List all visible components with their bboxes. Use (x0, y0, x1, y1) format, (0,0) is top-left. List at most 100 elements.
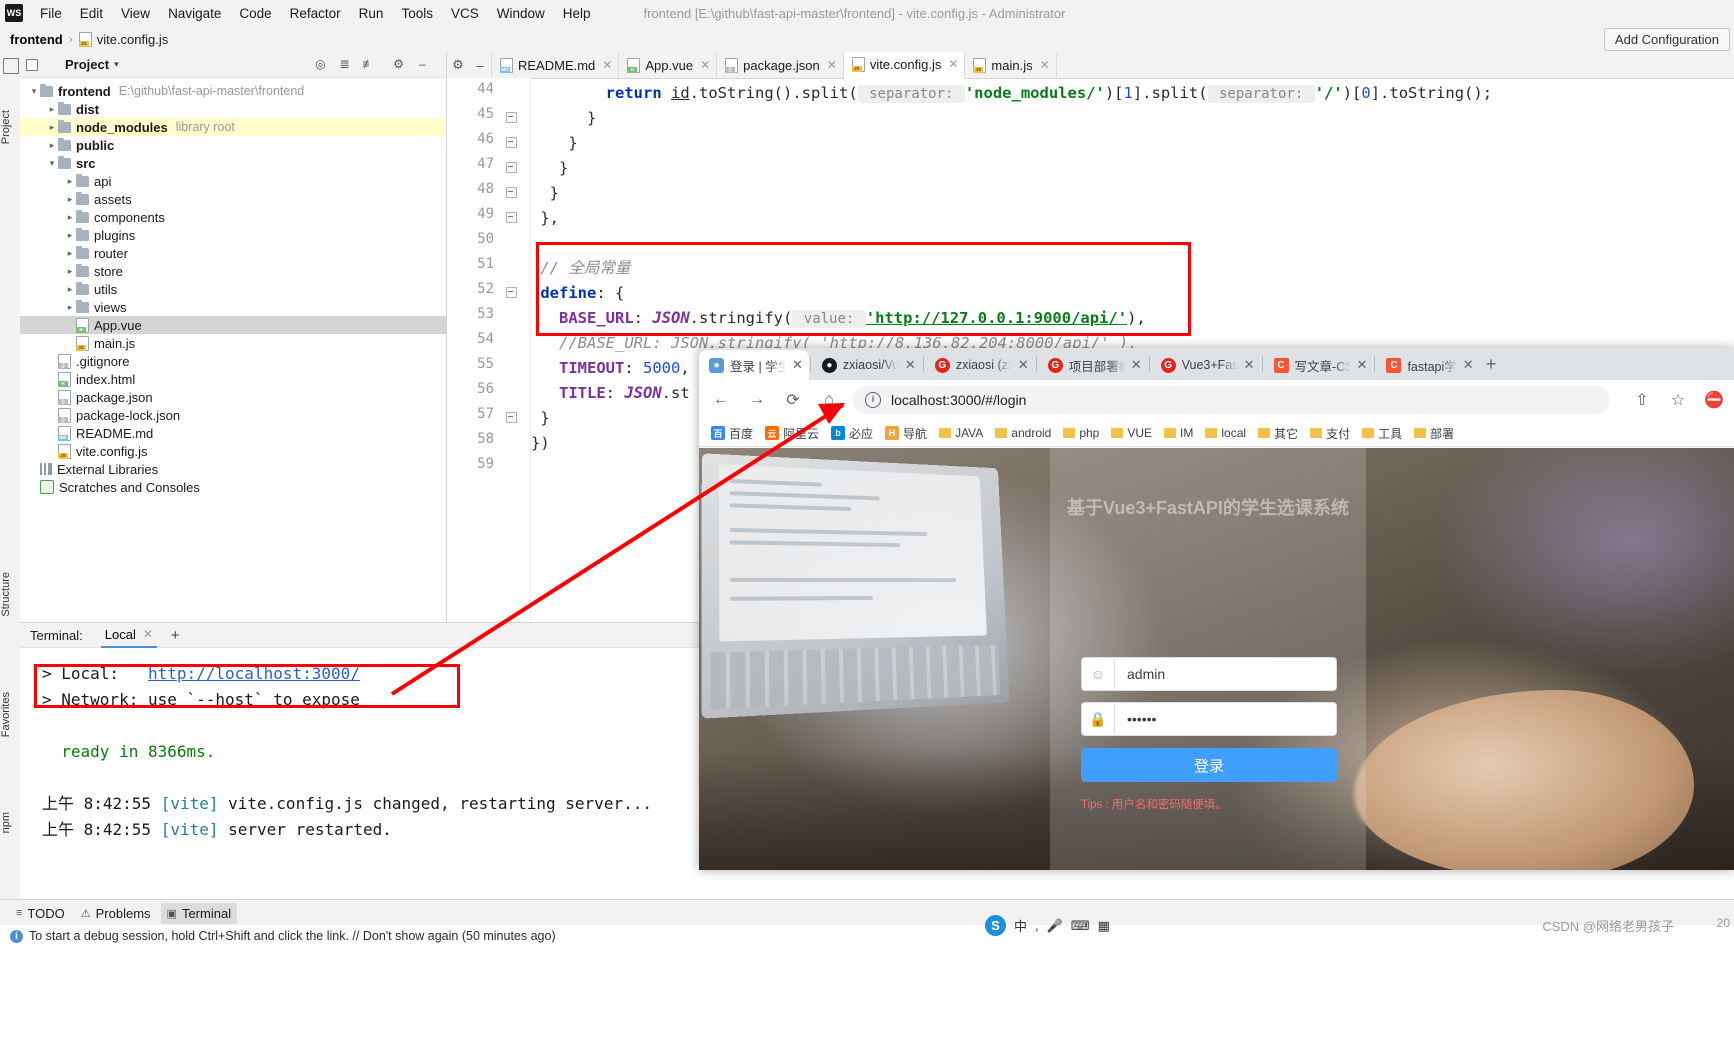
tree-item-vite-config-js[interactable]: JS vite.config.js (20, 442, 446, 460)
fold-marker-icon[interactable] (506, 162, 517, 173)
chevron-right-icon[interactable] (64, 212, 76, 223)
editor-tab-readme-md[interactable]: MD README.md ✕ (492, 52, 620, 78)
share-icon[interactable]: ⇧ (1628, 386, 1656, 414)
chevron-down-icon[interactable] (28, 86, 40, 97)
locate-icon[interactable]: ◎ (313, 57, 328, 72)
close-icon[interactable]: ✕ (1131, 357, 1142, 373)
add-terminal-icon[interactable]: + (171, 627, 180, 644)
editor-tab-vite-config-js[interactable]: JS vite.config.js ✕ (843, 51, 966, 79)
menu-help[interactable]: Help (554, 3, 600, 24)
fold-marker-icon[interactable] (506, 212, 517, 223)
bookmark-star-icon[interactable]: ☆ (1664, 386, 1692, 414)
tree-item-app-vue[interactable]: H App.vue (20, 316, 446, 334)
gear-icon[interactable]: ⚙ (391, 57, 406, 72)
project-tool-icon[interactable] (3, 58, 19, 74)
extension-icon[interactable]: ⛔ (1700, 386, 1728, 414)
browser-tab-3[interactable]: Gzxiaosi (zx ✕ (925, 350, 1035, 380)
tree-item-public[interactable]: public (20, 136, 446, 154)
terminal-link[interactable]: http://localhost:3000/ (148, 664, 360, 683)
tree-item-src[interactable]: src (20, 154, 446, 172)
close-icon[interactable]: ✕ (792, 357, 803, 373)
menu-tools[interactable]: Tools (392, 3, 442, 24)
address-bar[interactable]: i localhost:3000/#/login (853, 386, 1610, 414)
forward-button[interactable]: → (743, 386, 771, 414)
statusbar-todo[interactable]: ≡ TODO (16, 906, 65, 921)
tool-window-structure[interactable]: Structure (0, 572, 20, 617)
menu-view[interactable]: View (112, 3, 159, 24)
bookmark-5[interactable]: JAVA (939, 426, 983, 440)
tree-item-package-lock-json[interactable]: {} package-lock.json (20, 406, 446, 424)
login-submit-button[interactable]: 登录 (1081, 748, 1337, 782)
menu-vcs[interactable]: VCS (442, 3, 488, 24)
tool-window-npm[interactable]: npm (0, 812, 20, 833)
menu-edit[interactable]: Edit (71, 3, 112, 24)
close-icon[interactable]: ✕ (1040, 58, 1050, 72)
chevron-right-icon[interactable] (64, 230, 76, 241)
close-icon[interactable]: ✕ (1463, 357, 1474, 373)
back-button[interactable]: ← (707, 386, 735, 414)
tree-item-node-modules[interactable]: node_modules library root (20, 118, 446, 136)
editor-tab-package-json[interactable]: {} package.json ✕ (717, 52, 844, 78)
close-icon[interactable]: ✕ (1244, 357, 1255, 373)
editor-tab-app-vue[interactable]: H App.vue ✕ (619, 52, 718, 78)
password-field[interactable]: 🔒 •••••• (1081, 702, 1337, 736)
ime-punct-label[interactable]: , (1035, 918, 1039, 933)
chevron-down-icon[interactable] (46, 158, 58, 169)
tree-item-views[interactable]: views (20, 298, 446, 316)
bookmarks-bar[interactable]: 百百度云阿里云 b 必应 H 导航 JAVA android php VUE IM local 其它 支… (699, 420, 1734, 447)
bookmark-14[interactable]: 部署 (1414, 425, 1454, 442)
editor-minimize-icon[interactable]: – (469, 52, 491, 78)
ime-toolbar[interactable]: S 中 , 🎤 ⌨ ▦ (985, 914, 1125, 937)
tree-item-plugins[interactable]: plugins (20, 226, 446, 244)
tree-item-api[interactable]: api (20, 172, 446, 190)
tree-item-router[interactable]: router (20, 244, 446, 262)
menu-run[interactable]: Run (350, 3, 393, 24)
bookmark-10[interactable]: local (1205, 426, 1246, 440)
chevron-right-icon[interactable] (64, 266, 76, 277)
tree-item-utils[interactable]: utils (20, 280, 446, 298)
tree-item-readme-md[interactable]: MD README.md (20, 424, 446, 442)
tree-item--gitignore[interactable]: {} .gitignore (20, 352, 446, 370)
close-icon[interactable]: ✕ (700, 58, 710, 72)
bookmark-4[interactable]: H 导航 (885, 425, 927, 442)
tree-item-dist[interactable]: dist (20, 100, 446, 118)
keyboard-icon[interactable]: ⌨ (1071, 918, 1090, 934)
bookmark-1[interactable]: 百百度 (711, 425, 753, 442)
chevron-right-icon[interactable] (64, 194, 76, 205)
chevron-right-icon[interactable] (64, 248, 76, 259)
menu-refactor[interactable]: Refactor (281, 3, 350, 24)
browser-tab-6[interactable]: C 写文章-CS ✕ (1264, 350, 1374, 380)
expand-all-icon[interactable]: ≣ (337, 57, 352, 72)
fold-marker-icon[interactable] (506, 137, 517, 148)
tree-item-main-js[interactable]: JS main.js (20, 334, 446, 352)
collapse-all-icon[interactable]: ≢ (361, 57, 376, 72)
browser-tab-strip[interactable]: ● 登录 | 学生 ✕ ● zxiaosi/Vu ✕ Gzxiaosi (zx ✕ G 项目部署教… (699, 348, 1734, 380)
fold-marker-icon[interactable] (506, 112, 517, 123)
reload-button[interactable]: ⟳ (779, 386, 807, 414)
close-icon[interactable]: ✕ (905, 357, 916, 373)
statusbar-problems[interactable]: ⚠ Problems (81, 906, 151, 921)
breadcrumb-file[interactable]: vite.config.js (97, 32, 169, 47)
bookmark-11[interactable]: 其它 (1258, 425, 1298, 442)
chevron-right-icon[interactable] (46, 122, 58, 133)
chrome-browser-window[interactable]: ● 登录 | 学生 ✕ ● zxiaosi/Vu ✕ Gzxiaosi (zx ✕ G 项目部署教… (699, 348, 1734, 870)
sogou-ime-icon[interactable]: S (985, 915, 1006, 936)
bookmark-8[interactable]: VUE (1111, 426, 1152, 440)
bookmark-13[interactable]: 工具 (1362, 425, 1402, 442)
tree-item-frontend[interactable]: frontend E:\github\fast-api-master\fronte… (20, 82, 446, 100)
fold-marker-icon[interactable] (506, 187, 517, 198)
tree-item-package-json[interactable]: {} package.json (20, 388, 446, 406)
mic-icon[interactable]: 🎤 (1047, 918, 1063, 934)
bookmark-6[interactable]: android (995, 426, 1051, 440)
breadcrumb-root[interactable]: frontend (10, 32, 63, 47)
editor-gear-icon[interactable]: ⚙ (447, 52, 469, 78)
bookmark-3[interactable]: b 必应 (831, 425, 873, 442)
tree-item-scratches-and-consoles[interactable]: Scratches and Consoles (20, 478, 446, 496)
browser-tab-5[interactable]: G Vue3+Fas ✕ (1151, 350, 1261, 380)
project-file-tree[interactable]: frontend E:\github\fast-api-master\fronte… (20, 78, 446, 496)
close-icon[interactable]: ✕ (1357, 357, 1368, 373)
apps-icon[interactable]: ▦ (1098, 918, 1110, 934)
bookmark-12[interactable]: 支付 (1310, 425, 1350, 442)
statusbar-terminal[interactable]: ▣ Terminal (160, 902, 238, 924)
tree-item-external-libraries[interactable]: External Libraries (20, 460, 446, 478)
